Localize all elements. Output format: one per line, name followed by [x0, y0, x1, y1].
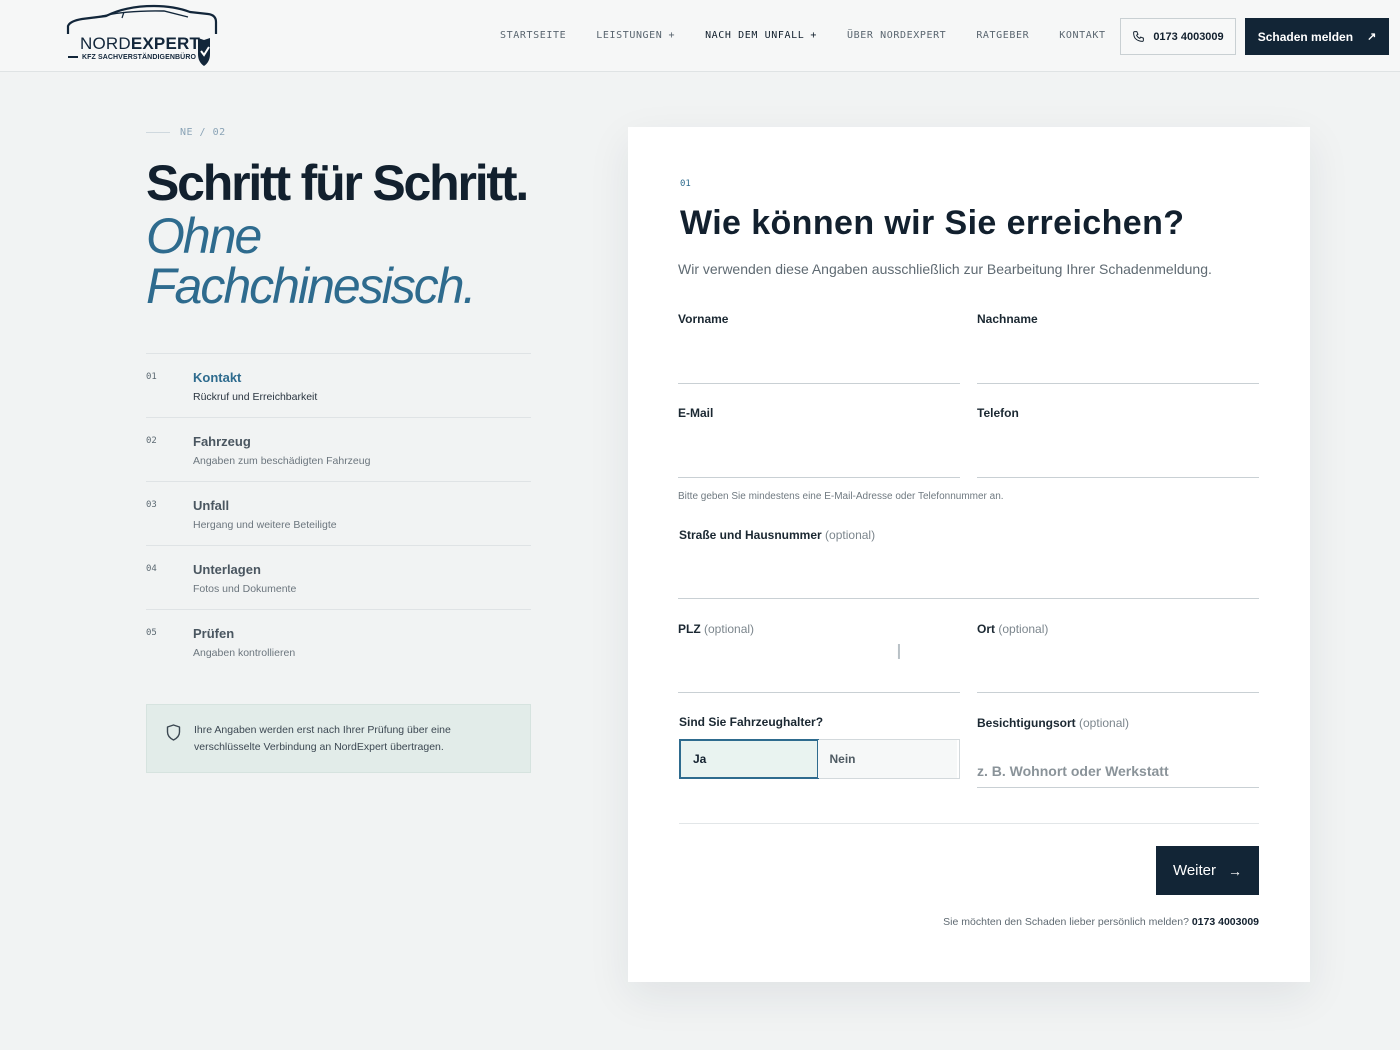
form-title: Wie können wir Sie erreichen? [680, 204, 1185, 242]
arrow-right-icon: → [1228, 862, 1243, 879]
contact-form-card: 01 Wie können wir Sie erreichen? Wir ver… [628, 127, 1310, 982]
form-divider [679, 823, 1259, 824]
halter-option-nein[interactable]: Nein [817, 740, 957, 778]
section-eyebrow: NE / 02 [146, 127, 226, 138]
step-item-kontakt[interactable]: 01 Kontakt Rückruf und Erreichbarkeit [146, 353, 531, 417]
plus-icon: + [810, 30, 817, 41]
step-title: Unfall [193, 498, 230, 513]
report-damage-button[interactable]: Schaden melden ↗ [1245, 18, 1389, 55]
strasse-field[interactable] [678, 565, 1259, 599]
step-description: Angaben kontrollieren [193, 647, 296, 659]
halter-option-ja[interactable]: Ja [679, 739, 819, 779]
step-item-fahrzeug[interactable]: 02 Fahrzeug Angaben zum beschädigten Fah… [146, 417, 531, 481]
step-title: Kontakt [193, 370, 242, 385]
nav-item-kontakt[interactable]: KONTAKT [1059, 30, 1105, 41]
text-cursor-icon: Ι [896, 640, 902, 664]
besichtigungsort-label: Besichtigungsort (optional) [977, 716, 1130, 730]
step-item-pruefen[interactable]: 05 Prüfen Angaben kontrollieren [146, 609, 531, 673]
form-step-number: 01 [680, 179, 691, 189]
strasse-label: Straße und Hausnummer (optional) [679, 528, 876, 542]
step-number: 04 [146, 564, 157, 574]
security-notice: Ihre Angaben werden erst nach Ihrer Prüf… [146, 704, 531, 773]
form-subtitle: Wir verwenden diese Angaben ausschließli… [678, 261, 1212, 277]
plus-icon: + [668, 30, 676, 41]
step-description: Fotos und Dokumente [193, 583, 297, 595]
besichtigungsort-field[interactable] [977, 754, 1259, 788]
step-number: 05 [146, 628, 157, 638]
next-button[interactable]: Weiter → [1156, 846, 1259, 895]
vorname-label: Vorname [678, 312, 729, 326]
nordexpert-logo[interactable]: NORDEXPERT KFZ SACHVERSTÄNDIGENBÜRO [64, 4, 224, 70]
call-phone-link[interactable]: 0173 4003009 [1192, 916, 1259, 928]
nav-item-startseite[interactable]: STARTSEITE [500, 30, 566, 41]
telefon-label: Telefon [977, 406, 1019, 420]
logo-wordmark: NORDEXPERT [80, 34, 201, 53]
nav-item-ueber-nordexpert[interactable]: ÜBER NORDEXPERT [847, 30, 946, 41]
email-label: E-Mail [678, 406, 714, 420]
step-number: 01 [146, 372, 157, 382]
hero-title: Schritt für Schritt. [146, 155, 529, 211]
phone-button[interactable]: 0173 4003009 [1120, 18, 1236, 55]
halter-label: Sind Sie Fahrzeughalter? [679, 715, 824, 729]
logo-tagline: KFZ SACHVERSTÄNDIGENBÜRO [68, 54, 196, 61]
ort-label: Ort (optional) [977, 622, 1049, 636]
plz-field[interactable] [678, 659, 960, 693]
security-text: Ihre Angaben werden erst nach Ihrer Prüf… [194, 724, 451, 753]
step-number: 03 [146, 500, 157, 510]
halter-toggle: Ja Nein [679, 739, 960, 779]
step-description: Angaben zum beschädigten Fahrzeug [193, 455, 371, 467]
step-description: Hergang und weitere Beteiligte [193, 519, 337, 531]
step-list: 01 Kontakt Rückruf und Erreichbarkeit 02… [146, 353, 531, 673]
vorname-field[interactable] [678, 350, 960, 384]
nav-item-ratgeber[interactable]: RATGEBER [976, 30, 1029, 41]
nachname-field[interactable] [977, 350, 1259, 384]
step-description: Rückruf und Erreichbarkeit [193, 391, 318, 403]
nachname-label: Nachname [977, 312, 1038, 326]
step-title: Fahrzeug [193, 434, 251, 449]
nav-item-leistungen[interactable]: LEISTUNGEN + [596, 30, 675, 41]
step-title: Unterlagen [193, 562, 261, 577]
main-nav: STARTSEITE LEISTUNGEN + NACH DEM UNFALL + … [500, 30, 1136, 41]
step-number: 02 [146, 436, 157, 446]
phone-icon [1133, 31, 1145, 42]
site-header: NORDEXPERT KFZ SACHVERSTÄNDIGENBÜRO STAR… [0, 0, 1400, 72]
arrow-up-right-icon: ↗ [1367, 31, 1377, 43]
hero-accent: Ohne Fachchinesisch. [146, 208, 477, 314]
nav-item-nach-dem-unfall[interactable]: NACH DEM UNFALL + [705, 30, 817, 41]
contact-hint: Bitte geben Sie mindestens eine E-Mail-A… [678, 491, 1004, 502]
email-field[interactable] [678, 444, 960, 478]
step-item-unterlagen[interactable]: 04 Unterlagen Fotos und Dokumente [146, 545, 531, 609]
telefon-field[interactable] [977, 444, 1259, 478]
step-title: Prüfen [193, 626, 235, 641]
plz-label: PLZ (optional) [678, 622, 755, 636]
ort-field[interactable] [977, 659, 1259, 693]
step-item-unfall[interactable]: 03 Unfall Hergang und weitere Beteiligte [146, 481, 531, 545]
shield-icon [166, 724, 181, 741]
call-note: Sie möchten den Schaden lieber persönlic… [943, 916, 1259, 928]
